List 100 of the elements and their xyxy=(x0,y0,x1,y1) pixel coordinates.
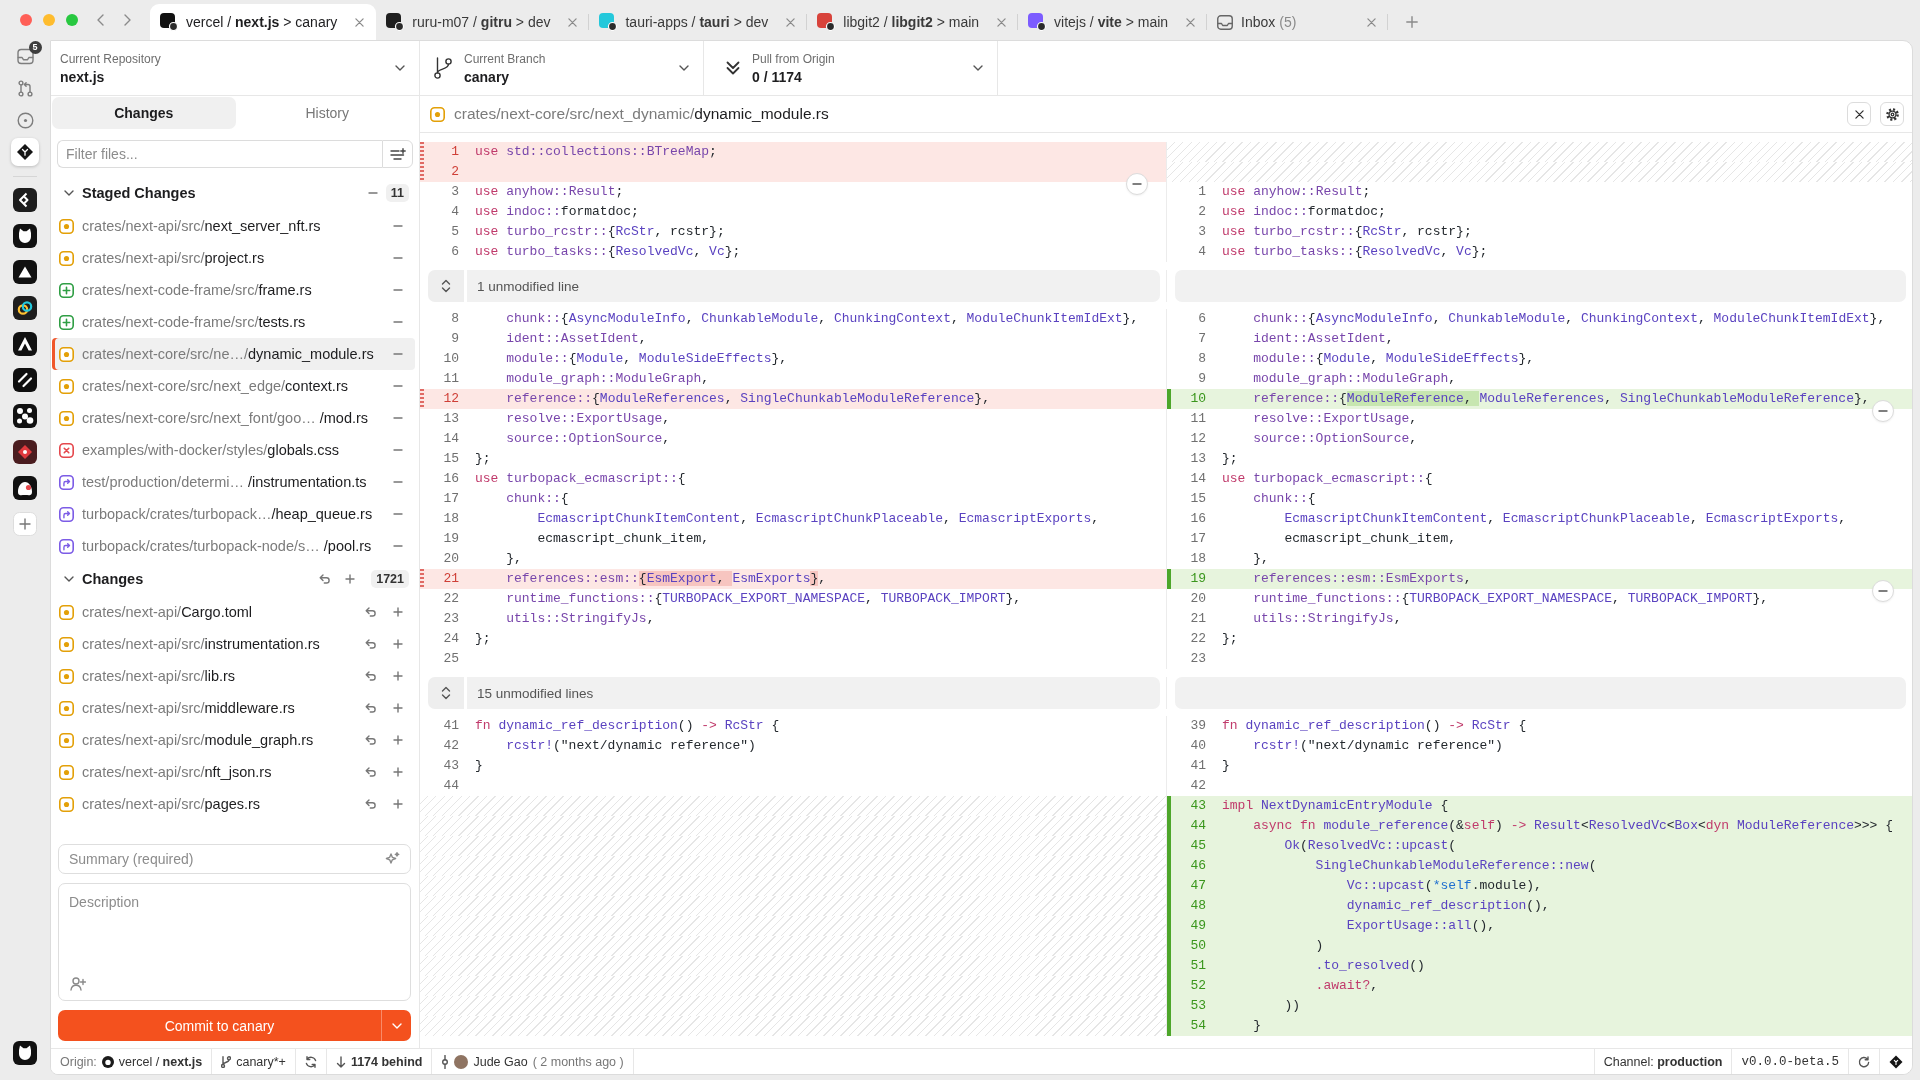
commit-options-button[interactable] xyxy=(381,1010,411,1041)
code-line: .await?, xyxy=(1314,977,1379,995)
line-number: 23 xyxy=(442,610,460,628)
close-icon[interactable] xyxy=(355,17,365,27)
undo-icon[interactable] xyxy=(365,767,377,777)
plus-icon[interactable] xyxy=(393,607,403,617)
branch-selector[interactable]: Current Branch canary xyxy=(420,41,704,95)
file-row[interactable]: crates/next-code-frame/src/frame.rs xyxy=(52,274,415,306)
undo-icon[interactable] xyxy=(365,607,377,617)
bug-tile-icon[interactable] xyxy=(13,440,37,464)
summary-field[interactable]: Summary (required) xyxy=(58,844,411,874)
diamond-icon[interactable] xyxy=(1889,1054,1903,1069)
close-icon[interactable] xyxy=(1367,17,1377,27)
undo-icon[interactable] xyxy=(365,735,377,745)
discard-button[interactable] xyxy=(1126,173,1148,195)
slashes-tile-icon[interactable] xyxy=(13,368,37,392)
repository-selector[interactable]: Current Repository next.js xyxy=(51,41,420,95)
blob-tile-icon[interactable] xyxy=(13,476,37,500)
inbox-icon[interactable] xyxy=(16,47,34,65)
close-window-icon[interactable] xyxy=(20,14,32,26)
version-label: v0.0.0-beta.5 xyxy=(1741,1054,1839,1069)
file-row[interactable]: crates/next-api/Cargo.toml xyxy=(52,596,415,628)
close-icon[interactable] xyxy=(997,17,1007,27)
sidebar-tab[interactable]: Changes xyxy=(52,97,236,129)
cat-tile-icon[interactable] xyxy=(13,1041,37,1065)
back-icon[interactable] xyxy=(97,14,104,26)
discard-button[interactable] xyxy=(1872,400,1894,422)
file-row[interactable]: crates/next-core/src/next_edge/context.rs xyxy=(52,370,415,402)
file-row[interactable]: crates/next-api/src/pages.rs xyxy=(52,788,415,820)
close-button[interactable] xyxy=(1847,102,1871,126)
code-line: }; xyxy=(474,450,491,468)
line-number: 41 xyxy=(442,717,460,735)
unmodified-lines-bar[interactable]: 1 unmodified line xyxy=(467,270,1160,302)
file-row[interactable]: crates/next-api/src/middleware.rs xyxy=(52,692,415,724)
file-row[interactable]: crates/next-code-frame/src/tests.rs xyxy=(52,306,415,338)
close-icon[interactable] xyxy=(1186,17,1196,27)
filter-button[interactable] xyxy=(382,140,413,168)
plus-icon[interactable] xyxy=(393,799,403,809)
minus-icon[interactable] xyxy=(367,192,378,194)
undo-icon[interactable] xyxy=(319,574,332,584)
description-field[interactable]: Description xyxy=(58,883,411,1001)
file-row[interactable]: crates/next-api/src/lib.rs xyxy=(52,660,415,692)
plus-icon[interactable] xyxy=(393,735,403,745)
rings-tile-icon[interactable] xyxy=(13,296,37,320)
refresh-icon[interactable] xyxy=(1858,1055,1870,1068)
settings-button[interactable] xyxy=(1880,102,1904,126)
branch-icon xyxy=(221,1055,232,1068)
plus-icon[interactable] xyxy=(393,703,403,713)
sidebar-tab[interactable]: History xyxy=(235,97,419,129)
peak-tile-icon[interactable] xyxy=(13,332,37,356)
undo-icon[interactable] xyxy=(365,703,377,713)
file-row[interactable]: crates/next-api/src/next_server_nft.rs xyxy=(52,210,415,242)
file-row[interactable]: test/production/determi… /instrumentation.ts xyxy=(52,466,415,498)
undo-icon[interactable] xyxy=(365,799,377,809)
browser-tab[interactable]: vercel / next.js > canary xyxy=(150,4,377,40)
section-title: Changes xyxy=(82,571,144,587)
pull-request-icon[interactable] xyxy=(16,79,34,97)
line-number: 53 xyxy=(1189,997,1207,1015)
file-row[interactable]: turbopack/crates/turbopack-node/s… /pool.rs xyxy=(52,530,415,562)
file-row[interactable]: crates/next-core/src/ne…/dynamic_module.rs xyxy=(52,338,415,370)
file-row[interactable]: crates/next-api/src/instrumentation.rs xyxy=(52,628,415,660)
discard-button[interactable] xyxy=(1872,580,1894,602)
file-row[interactable]: examples/with-docker/styles/globals.css xyxy=(52,434,415,466)
sparkle-icon[interactable] xyxy=(385,852,400,865)
chevron-down-icon[interactable] xyxy=(64,190,74,196)
file-row[interactable]: turbopack/crates/turbopack…/heap_queue.rs xyxy=(52,498,415,530)
file-row[interactable]: crates/next-api/src/nft_json.rs xyxy=(52,756,415,788)
chevron-down-icon[interactable] xyxy=(64,576,74,582)
expand-button[interactable] xyxy=(428,677,464,709)
pull-button[interactable]: Pull from Origin 0 / 1174 xyxy=(704,41,998,95)
origin-repo[interactable]: vercel / next.js xyxy=(118,1054,203,1069)
expand-button[interactable] xyxy=(428,270,464,302)
undo-icon[interactable] xyxy=(365,671,377,681)
file-row[interactable]: crates/next-core/src/next_font/goo… /mod.rs xyxy=(52,402,415,434)
unmodified-lines-bar[interactable]: 15 unmodified lines xyxy=(467,677,1160,709)
diamond-tile-icon[interactable] xyxy=(11,138,39,166)
plus-icon[interactable] xyxy=(393,671,403,681)
line-number: 15 xyxy=(1189,490,1207,508)
line-number: 9 xyxy=(1197,370,1207,388)
file-row[interactable]: crates/next-api/src/module_graph.rs xyxy=(52,724,415,756)
undo-icon[interactable] xyxy=(365,639,377,649)
close-icon[interactable] xyxy=(568,17,578,27)
triangle-tile-icon[interactable] xyxy=(13,260,37,284)
circle-dot-icon[interactable] xyxy=(16,111,34,129)
dots-tile-icon[interactable] xyxy=(13,404,37,428)
plus-icon[interactable] xyxy=(393,639,403,649)
cat-tile-icon[interactable] xyxy=(13,224,37,248)
branch-name[interactable]: canary*+ xyxy=(236,1054,286,1069)
sync-icon[interactable] xyxy=(304,1055,317,1068)
plus-icon[interactable] xyxy=(1406,16,1419,28)
code-line: use std::collections::BTreeMap; xyxy=(474,143,717,161)
file-row[interactable]: crates/next-api/src/project.rs xyxy=(52,242,415,274)
plus-icon[interactable] xyxy=(393,767,403,777)
plus-icon[interactable] xyxy=(345,574,356,584)
close-icon[interactable] xyxy=(786,17,796,27)
code-line: resolve::ExportUsage, xyxy=(505,410,671,428)
forward-icon[interactable] xyxy=(124,14,131,26)
filter-field[interactable]: Filter files... xyxy=(57,140,382,168)
chevron-tile-icon[interactable] xyxy=(13,188,37,212)
person-plus-icon[interactable] xyxy=(70,977,86,991)
